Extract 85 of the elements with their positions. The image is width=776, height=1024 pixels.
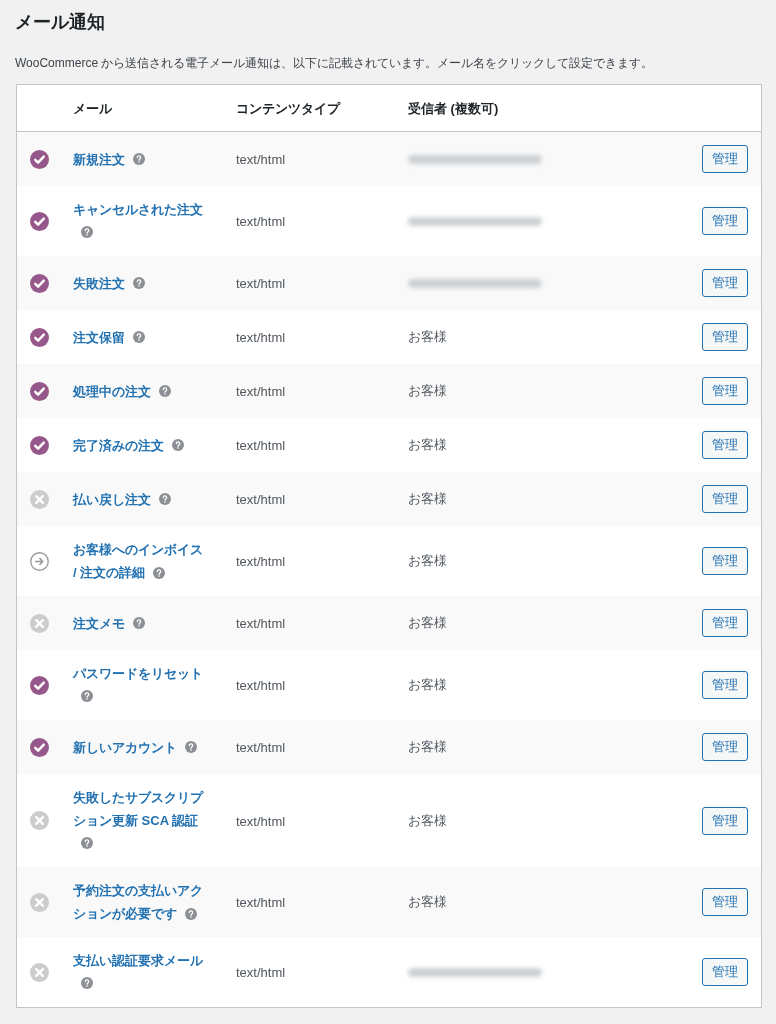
page-description: WooCommerce から送信される電子メール通知は、以下に記載されています。メール名をクリックして設定できます。 bbox=[15, 55, 654, 72]
recipient: お客様 bbox=[408, 893, 447, 911]
recipient: お客様 bbox=[408, 676, 447, 694]
checkmark-circle-icon bbox=[30, 149, 49, 169]
email-name-link[interactable]: キャンセルされた注文 bbox=[73, 198, 203, 221]
help-icon[interactable] bbox=[185, 907, 197, 920]
recipient: お客様 bbox=[408, 614, 447, 632]
help-icon[interactable] bbox=[159, 384, 171, 397]
content-type: text/html bbox=[236, 965, 286, 980]
content-type: text/html bbox=[236, 813, 286, 829]
content-type: text/html bbox=[236, 616, 286, 631]
recipient: お客様 bbox=[408, 328, 447, 346]
help-icon[interactable] bbox=[133, 616, 145, 629]
help-icon[interactable] bbox=[133, 152, 145, 165]
content-type: text/html bbox=[236, 438, 286, 453]
column-header: 受信者 (複数可) bbox=[408, 101, 499, 116]
recipient: お客様 bbox=[408, 490, 447, 508]
recipient: お客様 bbox=[408, 738, 447, 756]
email-name-link[interactable]: 払い戻し注文 bbox=[73, 487, 151, 511]
manage-button[interactable]: 管理 bbox=[702, 733, 748, 761]
email-name-link[interactable]: 支払い認証要求メール bbox=[73, 949, 203, 972]
manage-button[interactable]: 管理 bbox=[702, 207, 748, 235]
help-icon[interactable] bbox=[81, 977, 93, 989]
help-icon[interactable] bbox=[81, 690, 93, 702]
manage-button[interactable]: 管理 bbox=[702, 485, 748, 513]
recipient: お客様 bbox=[408, 382, 447, 400]
content-type: text/html bbox=[236, 740, 286, 755]
checkmark-circle-icon bbox=[30, 435, 49, 455]
content-type: text/html bbox=[236, 330, 286, 345]
help-icon[interactable] bbox=[133, 330, 145, 343]
help-icon[interactable] bbox=[153, 566, 166, 579]
content-type: text/html bbox=[236, 276, 286, 291]
manage-button[interactable]: 管理 bbox=[702, 377, 748, 405]
content-type: text/html bbox=[236, 554, 286, 569]
manage-button[interactable]: 管理 bbox=[702, 888, 748, 916]
email-name-link[interactable]: 失敗したサブスクリプション更新 SCA 認証 bbox=[73, 786, 206, 832]
cross-circle-icon bbox=[30, 613, 49, 633]
email-name-link[interactable]: お客様へのインボイス / 注文の詳細 bbox=[73, 538, 206, 584]
manage-button[interactable]: 管理 bbox=[702, 431, 748, 459]
checkmark-circle-icon bbox=[30, 273, 49, 293]
help-icon[interactable] bbox=[133, 276, 145, 289]
recipient: お客様 bbox=[408, 436, 447, 454]
email-name-link[interactable]: パスワードをリセット bbox=[73, 662, 203, 685]
email-name-link[interactable]: 失敗注文 bbox=[73, 271, 125, 295]
manage-button[interactable]: 管理 bbox=[702, 806, 748, 835]
manage-button[interactable]: 管理 bbox=[702, 269, 748, 297]
email-name-link[interactable]: 完了済みの注文 bbox=[73, 433, 164, 457]
checkmark-circle-icon bbox=[30, 211, 49, 231]
help-icon[interactable] bbox=[185, 740, 197, 753]
help-icon[interactable] bbox=[172, 438, 184, 451]
checkmark-circle-icon bbox=[30, 327, 49, 347]
cross-circle-icon bbox=[30, 489, 49, 509]
manage-button[interactable]: 管理 bbox=[702, 547, 748, 575]
email-name-link[interactable]: 新規注文 bbox=[73, 147, 125, 171]
content-type: text/html bbox=[236, 492, 286, 507]
column-header: メール bbox=[73, 101, 112, 116]
email-name-link[interactable]: 注文メモ bbox=[73, 611, 125, 635]
manage-button[interactable]: 管理 bbox=[702, 145, 748, 173]
email-name-link[interactable]: 注文保留 bbox=[73, 325, 125, 349]
help-icon[interactable] bbox=[81, 837, 93, 849]
content-type: text/html bbox=[236, 152, 286, 167]
help-icon[interactable] bbox=[159, 492, 171, 505]
help-icon[interactable] bbox=[81, 226, 93, 238]
checkmark-circle-icon bbox=[30, 737, 49, 757]
email-name-link[interactable]: 予約注文の支払いアクションが必要です bbox=[73, 879, 206, 925]
recipient: お客様 bbox=[408, 552, 447, 570]
recipient: お客様 bbox=[408, 811, 447, 830]
checkmark-circle-icon bbox=[30, 381, 49, 401]
manage-button[interactable]: 管理 bbox=[702, 323, 748, 351]
column-header: コンテンツタイプ bbox=[236, 101, 340, 116]
content-type: text/html bbox=[236, 214, 286, 229]
content-type: text/html bbox=[236, 895, 286, 910]
manage-button[interactable]: 管理 bbox=[702, 671, 748, 699]
email-name-link[interactable]: 新しいアカウント bbox=[73, 735, 177, 759]
cross-circle-icon bbox=[30, 811, 49, 830]
arrow-circle-icon bbox=[30, 551, 49, 571]
checkmark-circle-icon bbox=[30, 675, 49, 695]
cross-circle-icon bbox=[30, 892, 49, 912]
email-name-link[interactable]: 処理中の注文 bbox=[73, 379, 151, 403]
cross-circle-icon bbox=[30, 962, 49, 982]
content-type: text/html bbox=[236, 384, 286, 399]
page-title: メール通知 bbox=[15, 11, 105, 34]
content-type: text/html bbox=[236, 678, 286, 693]
manage-button[interactable]: 管理 bbox=[702, 609, 748, 637]
manage-button[interactable]: 管理 bbox=[702, 958, 748, 986]
